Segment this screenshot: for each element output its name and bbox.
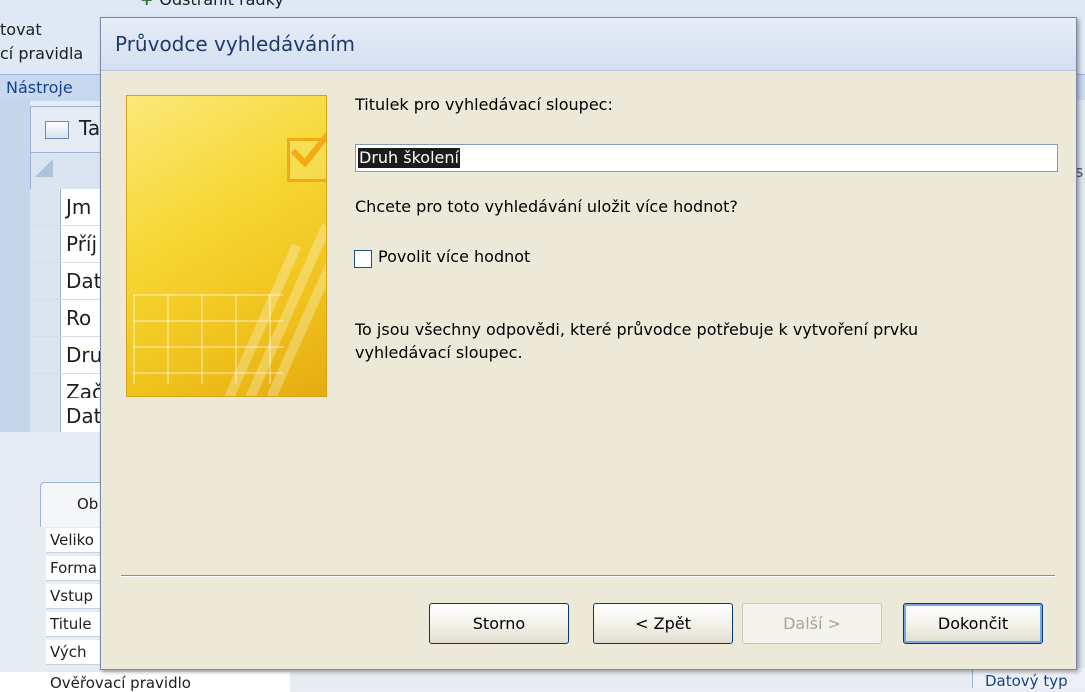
row-selector[interactable]	[30, 337, 61, 373]
field-row[interactable]: Dat	[30, 263, 110, 300]
property-row[interactable]: Vých	[46, 640, 106, 665]
caption-label: Titulek pro vyhledávací sloupec:	[355, 95, 613, 114]
ribbon-command-fragment-2[interactable]: cí pravidla	[0, 44, 83, 63]
info-text-line-2: vyhledávací sloupec.	[355, 343, 523, 362]
row-selector[interactable]	[30, 189, 61, 225]
dialog-titlebar[interactable]: Průvodce vyhledáváním	[101, 18, 1076, 71]
next-button[interactable]: Další >	[742, 603, 882, 644]
checkmark-icon	[287, 131, 326, 182]
info-text-line-1: To jsou všechny odpovědi, které průvodce…	[355, 320, 919, 339]
tab-general-label: Ob	[77, 495, 99, 513]
delete-rows-command[interactable]: +Odstranit řádky	[140, 0, 284, 9]
field-row[interactable]: Ro	[30, 300, 110, 337]
property-row[interactable]: Titule	[46, 612, 106, 637]
wizard-illustration	[126, 95, 327, 397]
illustration-grid	[133, 294, 283, 384]
property-row[interactable]: Forma	[46, 556, 106, 581]
row-selector[interactable]	[30, 263, 61, 299]
property-row[interactable]: Vstup	[46, 584, 106, 609]
lookup-wizard-dialog: Průvodce vyhledáváním Titulek pro vyhled…	[100, 17, 1077, 670]
dialog-title: Průvodce vyhledáváním	[115, 32, 355, 56]
table-tab-label: Ta	[79, 116, 101, 140]
field-row[interactable]: Jm	[30, 189, 110, 226]
field-row[interactable]: Dat	[30, 398, 110, 435]
property-row[interactable]: Veliko	[46, 528, 106, 553]
delete-rows-icon: +	[140, 0, 153, 9]
caption-input[interactable]: Druh školení	[355, 144, 1058, 172]
button-divider	[121, 575, 1055, 577]
validation-rule-label: Ověřovací pravidlo	[50, 674, 191, 692]
select-all-corner[interactable]	[35, 159, 53, 177]
back-button[interactable]: < Zpět	[593, 603, 733, 644]
field-row[interactable]: Dru	[30, 337, 110, 374]
caption-input-value: Druh školení	[358, 148, 460, 168]
ribbon-command-fragment-1[interactable]: tovat	[0, 20, 42, 39]
field-row[interactable]: Příj	[30, 226, 110, 263]
multi-value-question: Chcete pro toto vyhledávání uložit více …	[355, 197, 738, 216]
tools-group-label: Nástroje	[6, 78, 73, 97]
allow-multiple-label[interactable]: Povolit více hodnot	[378, 247, 530, 266]
table-icon	[45, 121, 69, 139]
row-selector[interactable]	[30, 300, 61, 336]
finish-button[interactable]: Dokončit	[903, 603, 1043, 644]
row-selector[interactable]	[30, 398, 61, 434]
row-selector[interactable]	[30, 226, 61, 262]
tab-general[interactable]: Ob	[40, 482, 108, 527]
cancel-button[interactable]: Storno	[429, 603, 569, 644]
data-type-label: Datový typ	[985, 672, 1068, 690]
allow-multiple-box[interactable]	[354, 250, 372, 268]
